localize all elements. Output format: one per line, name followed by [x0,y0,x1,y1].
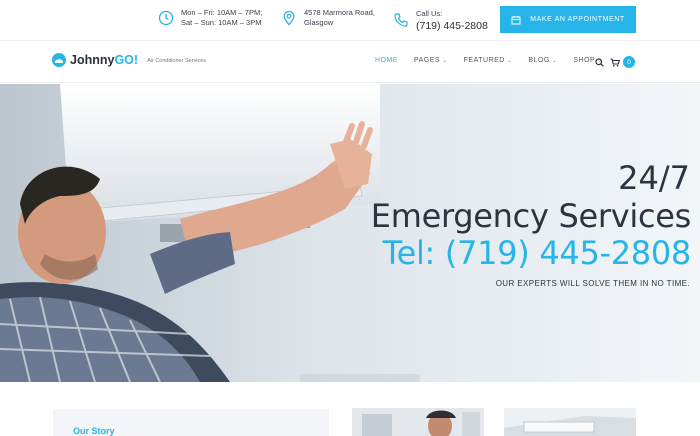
top-info-bar: Mon – Fri: 10AM – 7PM; Sat – Sun: 10AM –… [0,0,700,40]
nav-item-label: FEATURED [463,57,505,64]
hours-line-1: Mon – Fri: 10AM – 7PM; [181,8,263,17]
cart-icon[interactable] [610,58,620,67]
nav-item-label: PAGES [414,57,441,64]
search-icon[interactable] [595,58,604,67]
nav-item-featured[interactable]: FEATURED ⌄ [464,57,513,64]
chevron-down-icon: ⌄ [442,58,448,64]
map-pin-icon [283,10,295,26]
hours-line-2: Sat – Sun: 10AM – 3PM [181,18,262,27]
address: 4578 Marmora Road, Glasgow [281,8,375,28]
logo-name-accent: GO! [114,53,139,67]
technician-photo-thumbnail [352,408,484,436]
technician-photo [352,408,484,436]
nav-menu: HOME PAGES ⌄ FEATURED ⌄ BLOG ⌄ SHOP ⌄ [375,57,619,64]
content-section: Our Story [0,382,700,436]
ac-unit-photo-thumbnail [504,408,636,436]
make-appointment-label: MAKE AN APPOINTMENT [530,16,625,23]
hero-banner: 24/7 Emergency Services Tel: (719) 445-2… [0,84,700,382]
our-story-card: Our Story [53,409,329,436]
chevron-down-icon: ⌄ [506,58,513,64]
site-logo[interactable]: JohnnyGO! Air Conditioner Services [52,53,206,67]
phone-number[interactable]: (719) 445-2808 [416,20,488,32]
nav-item-blog[interactable]: BLOG ⌄ [528,57,557,64]
logo-tagline: Air Conditioner Services [147,58,207,64]
phone-label: Call Us: [416,9,443,18]
nav-item-label: HOME [375,57,398,64]
our-story-title: Our Story [73,426,115,436]
main-navigation: JohnnyGO! Air Conditioner Services HOME … [0,40,700,83]
calendar-icon [511,15,521,24]
chevron-down-icon: ⌄ [551,58,558,64]
make-appointment-button[interactable]: MAKE AN APPOINTMENT [500,6,636,33]
clock-icon [158,10,174,26]
nav-item-pages[interactable]: PAGES ⌄ [414,57,448,64]
nav-item-home[interactable]: HOME [375,57,398,64]
phone-contact[interactable]: Call Us: (719) 445-2808 [393,8,488,32]
hero-phone-heading[interactable]: Tel: (719) 445-2808 [383,234,692,272]
address-line-2: Glasgow [304,18,334,27]
opening-hours: Mon – Fri: 10AM – 7PM; Sat – Sun: 10AM –… [158,8,262,28]
ac-unit-photo [504,408,636,436]
nav-item-label: BLOG [528,57,550,64]
logo-icon [52,53,66,67]
hero-subtitle: OUR EXPERTS WILL SOLVE THEM IN NO TIME. [495,279,690,288]
phone-icon [394,13,408,27]
hero-heading-line-1: 24/7 [618,159,690,197]
logo-name: Johnny [70,53,115,67]
hero-heading-line-2: Emergency Services [370,197,692,235]
nav-item-label: SHOP [573,57,596,64]
address-line-1: 4578 Marmora Road, [304,8,375,17]
cart-count-badge[interactable]: 0 [623,56,635,68]
